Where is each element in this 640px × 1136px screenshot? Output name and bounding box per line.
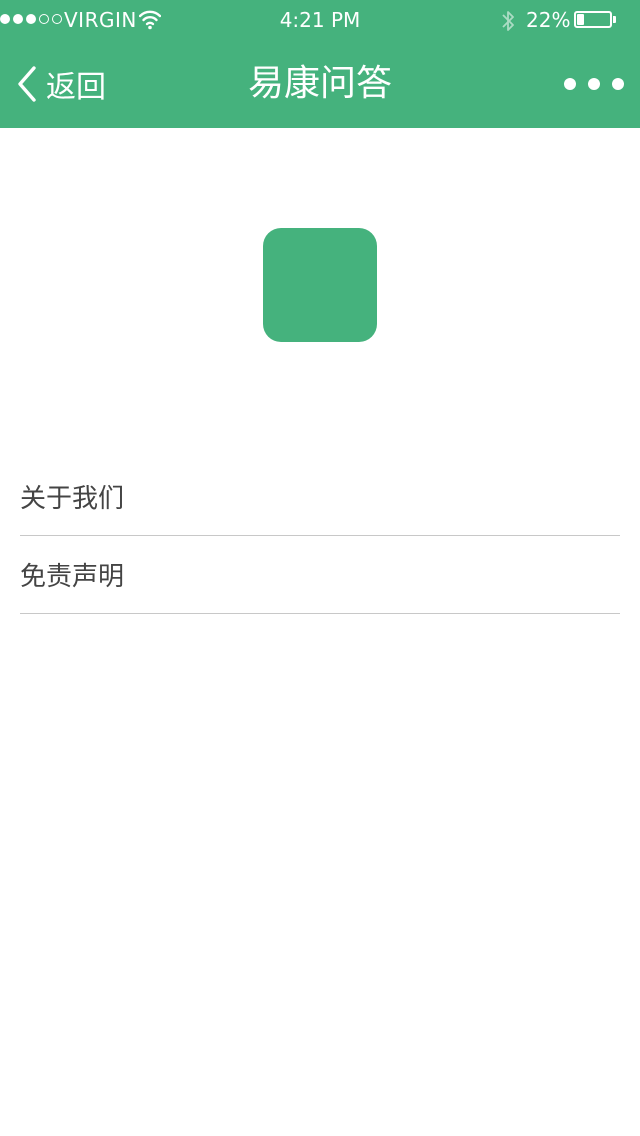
battery-icon — [574, 11, 612, 28]
app-logo — [263, 228, 377, 342]
battery-level-fill — [577, 14, 584, 25]
menu-list: 关于我们 免责声明 — [20, 458, 620, 614]
menu-item-label: 关于我们 — [20, 484, 125, 514]
more-dot-icon — [564, 78, 576, 90]
battery-percent: 22% — [526, 8, 571, 32]
more-dot-icon — [588, 78, 600, 90]
bluetooth-icon — [502, 11, 514, 31]
menu-item-about-us[interactable]: 关于我们 — [20, 458, 620, 536]
header-bar: VIRGIN 4:21 PM 22% 返回 易康问答 — [0, 0, 640, 128]
status-bar: VIRGIN 4:21 PM 22% — [0, 0, 640, 40]
menu-item-label: 免责声明 — [20, 562, 125, 592]
battery-tip — [613, 16, 616, 23]
menu-item-disclaimer[interactable]: 免责声明 — [20, 536, 620, 614]
page-title: 易康问答 — [247, 63, 392, 104]
more-options-button[interactable] — [564, 68, 624, 100]
more-dot-icon — [612, 78, 624, 90]
